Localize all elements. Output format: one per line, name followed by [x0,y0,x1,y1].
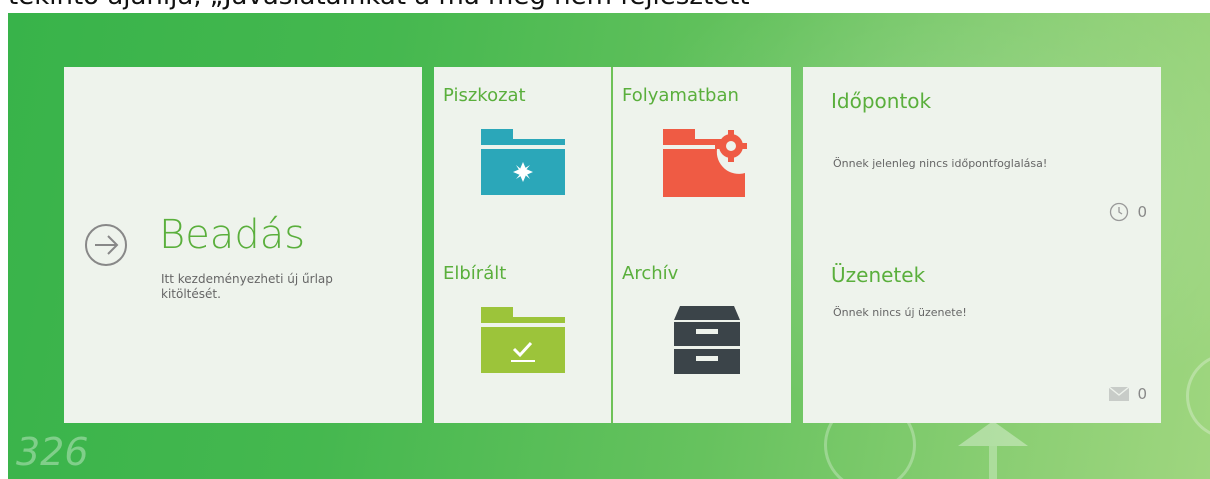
folder-archive-label: Archív [622,263,679,284]
messages-count-value: 0 [1137,385,1147,403]
submit-description: Itt kezdeményezheti új űrlap kitöltését. [161,272,333,301]
appointments-message: Önnek jelenleg nincs időpontfoglalása! [833,157,1048,170]
folder-in-progress-label: Folyamatban [622,85,739,106]
folder-archive[interactable]: Archív [613,245,790,423]
messages-title[interactable]: Üzenetek [831,263,925,287]
draft-folder-icon [481,129,565,195]
arrow-right-circle-icon [85,224,127,266]
in-progress-folder-icon [663,129,747,197]
envelope-icon [1109,387,1130,401]
folder-reviewed-label: Elbírált [443,263,507,284]
messages-count[interactable]: 0 [1109,385,1147,403]
submit-title: Beadás [159,212,306,258]
folder-draft[interactable]: Piszkozat [434,67,611,245]
info-tile: Időpontok Önnek jelenleg nincs időpontfo… [803,67,1161,423]
archive-cabinet-icon [674,306,740,374]
heading-text: tekintő ajánlja, „Javaslatainkat a ma mé… [8,0,750,11]
background-deco-number: 326 [16,430,89,474]
messages-message: Önnek nincs új üzenete! [833,306,967,319]
folder-in-progress[interactable]: Folyamatban [613,67,790,245]
appointments-count-value: 0 [1137,203,1147,221]
appointments-title[interactable]: Időpontok [831,89,931,113]
folder-grid-tile: Piszkozat Folyamatban Elbírált Archív [434,67,791,423]
folder-draft-label: Piszkozat [443,85,526,106]
clock-icon [1110,202,1129,222]
appointments-count[interactable]: 0 [1109,202,1147,222]
reviewed-folder-icon [481,307,565,373]
submit-tile[interactable]: Beadás Itt kezdeményezheti új űrlap kitö… [64,67,422,423]
folder-reviewed[interactable]: Elbírált [434,245,611,423]
partial-heading: tekintő ajánlja, „Javaslatainkat a ma mé… [0,0,1210,13]
